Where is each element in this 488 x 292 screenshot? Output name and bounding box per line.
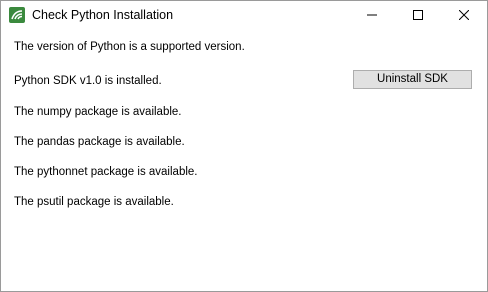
numpy-status-message: The numpy package is available.	[14, 106, 182, 118]
python-version-message: The version of Python is a supported ver…	[14, 41, 245, 53]
pandas-status-message: The pandas package is available.	[14, 136, 185, 148]
close-icon	[458, 7, 470, 25]
maximize-icon	[413, 7, 423, 25]
dialog-content: The version of Python is a supported ver…	[1, 30, 487, 291]
close-button[interactable]	[441, 1, 487, 30]
sdk-installed-message: Python SDK v1.0 is installed.	[14, 75, 162, 87]
window-title: Check Python Installation	[32, 8, 174, 22]
minimize-button[interactable]	[349, 1, 395, 30]
pythonnet-status-message: The pythonnet package is available.	[14, 166, 198, 178]
minimize-icon	[367, 7, 377, 25]
dialog-window: Check Python Installation The version of…	[0, 0, 488, 292]
uninstall-sdk-button[interactable]: Uninstall SDK	[353, 70, 472, 89]
app-logo-icon	[9, 7, 25, 23]
maximize-button[interactable]	[395, 1, 441, 30]
title-bar[interactable]: Check Python Installation	[1, 1, 487, 30]
psutil-status-message: The psutil package is available.	[14, 196, 174, 208]
